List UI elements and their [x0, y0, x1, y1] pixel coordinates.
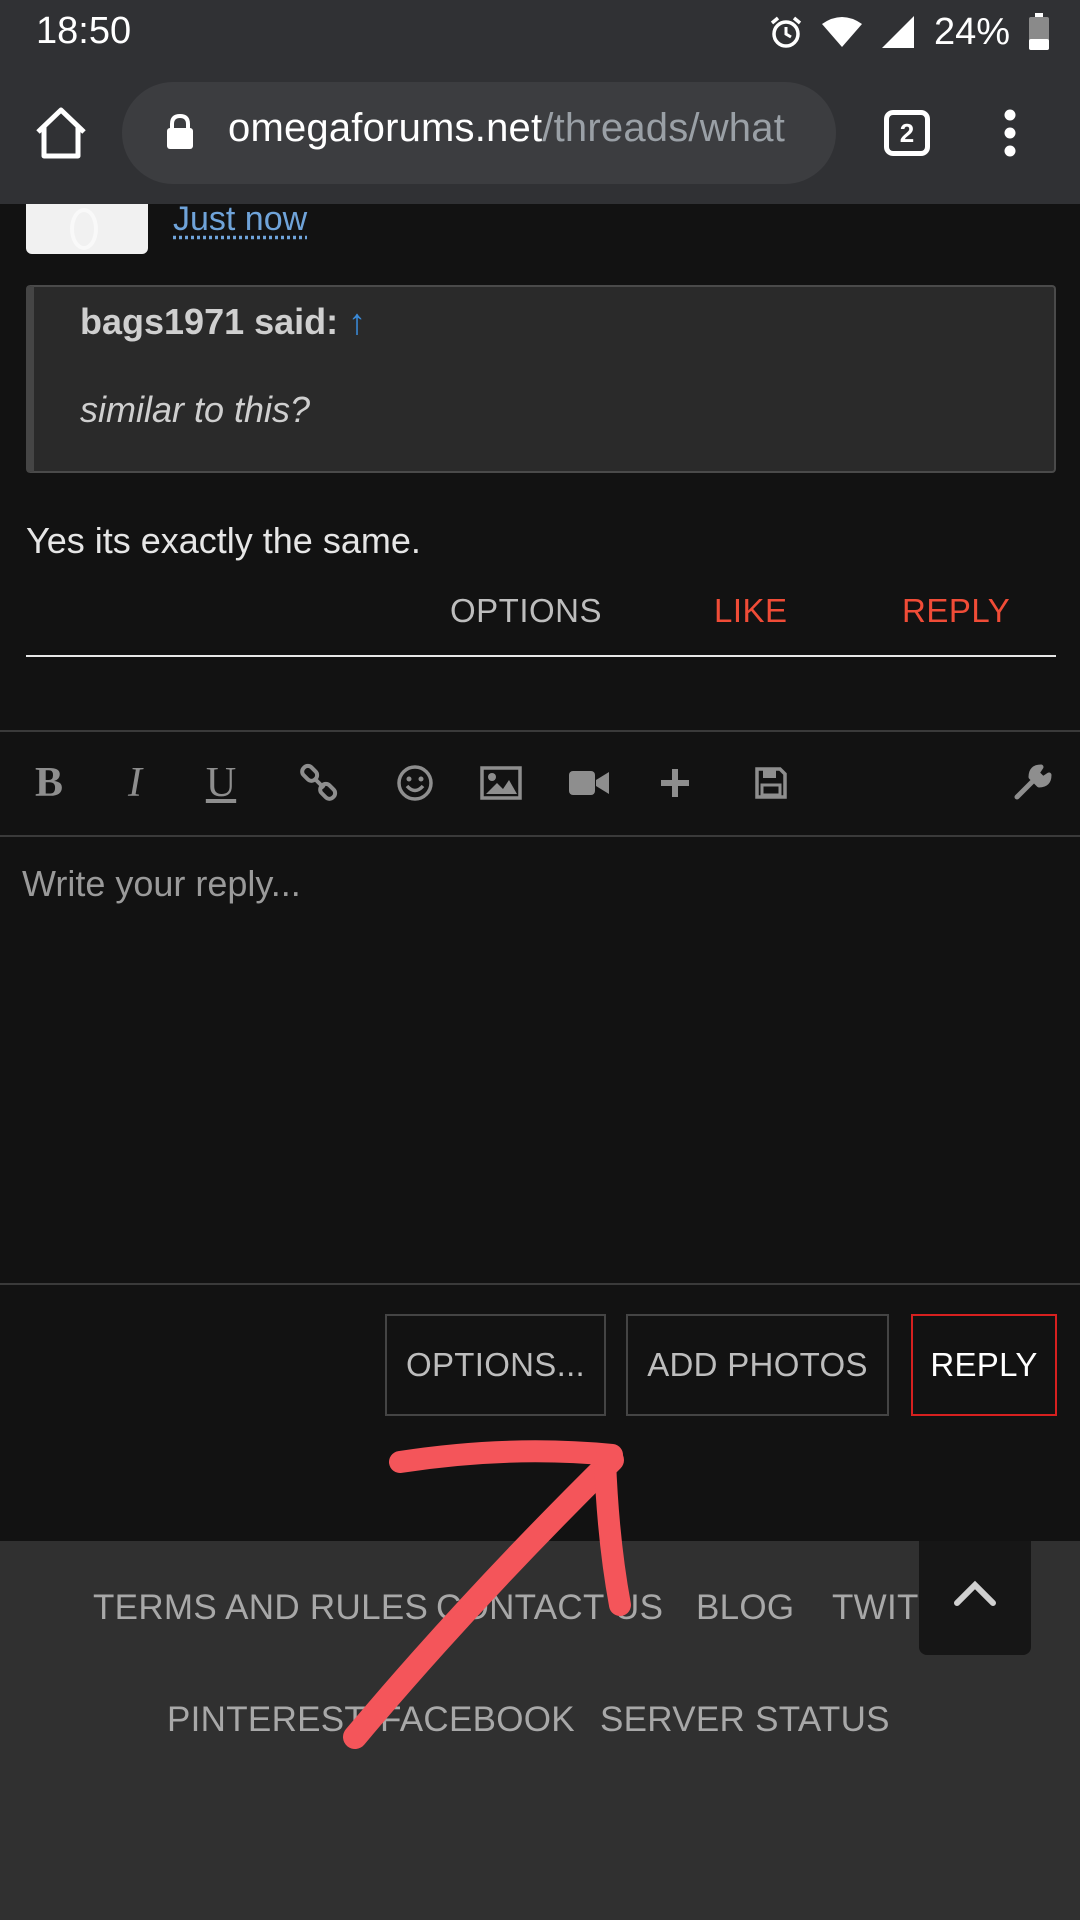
avatar[interactable]: [26, 204, 148, 254]
tab-count: 2: [899, 117, 915, 148]
url-domain: omegaforums.net: [228, 106, 543, 150]
smiley-icon[interactable]: [390, 758, 440, 808]
post-like-link[interactable]: LIKE: [714, 592, 788, 630]
scroll-to-top-button[interactable]: [919, 1541, 1031, 1655]
more-vert-icon[interactable]: [1000, 108, 1020, 158]
italic-icon[interactable]: I: [110, 758, 160, 808]
footer-link-pinterest[interactable]: PINTEREST: [167, 1700, 366, 1740]
status-icons: 24%: [768, 10, 1050, 54]
quote-header: bags1971 said: ↑: [80, 301, 366, 343]
save-icon[interactable]: [746, 758, 796, 808]
tabs-icon[interactable]: 2: [884, 110, 930, 156]
chevron-up-icon: [954, 1580, 996, 1606]
post-options-link[interactable]: OPTIONS: [450, 592, 602, 630]
url-path: /threads/what: [542, 106, 786, 150]
footer-link-server-status[interactable]: SERVER STATUS: [600, 1700, 890, 1740]
quote-block: bags1971 said: ↑ similar to this?: [26, 285, 1056, 473]
underline-icon[interactable]: U: [196, 758, 246, 808]
bold-letter: B: [34, 760, 63, 806]
plus-icon[interactable]: [650, 758, 700, 808]
quote-text: similar to this?: [80, 389, 311, 430]
bold-icon[interactable]: B: [24, 758, 74, 808]
post-reply-link[interactable]: REPLY: [902, 592, 1010, 630]
editor-toolbar: B I U: [0, 732, 1080, 836]
footer-link-blog[interactable]: BLOG: [696, 1588, 794, 1628]
underline-letter: U: [205, 760, 237, 806]
post-divider: [26, 655, 1056, 657]
quote-author: bags1971 said:: [80, 301, 339, 342]
url-text: omegaforums.net/threads/what: [228, 106, 785, 151]
quote-jump-link[interactable]: ↑: [348, 301, 366, 342]
home-icon[interactable]: [30, 102, 92, 164]
italic-letter: I: [128, 760, 142, 806]
battery-percent: 24%: [933, 10, 1010, 53]
footer-link-facebook[interactable]: FACEBOOK: [380, 1700, 575, 1740]
add-photos-button[interactable]: ADD PHOTOS: [626, 1314, 889, 1416]
footer-link-contact[interactable]: CONTACT US: [436, 1588, 663, 1628]
alarm-icon: [770, 16, 802, 48]
address-bar[interactable]: omegaforums.net/threads/what: [122, 82, 836, 184]
more-options-button[interactable]: OPTIONS...: [385, 1314, 606, 1416]
signal-icon: [881, 16, 914, 48]
video-icon[interactable]: [564, 758, 614, 808]
status-bar: 18:50 24%: [0, 0, 1080, 64]
footer-link-terms[interactable]: TERMS AND RULES: [93, 1588, 428, 1628]
battery-icon: [1029, 13, 1049, 50]
lock-icon: [167, 114, 193, 149]
wrench-icon[interactable]: [1008, 758, 1058, 808]
wifi-icon: [821, 17, 862, 47]
browser-toolbar: omegaforums.net/threads/what 2: [0, 64, 1080, 204]
reply-placeholder: Write your reply...: [22, 863, 301, 904]
link-icon[interactable]: [294, 758, 344, 808]
post-timestamp-link[interactable]: Just now: [173, 200, 307, 239]
image-icon[interactable]: [476, 758, 526, 808]
reply-textarea[interactable]: Write your reply...: [0, 837, 1080, 1283]
submit-reply-button[interactable]: REPLY: [911, 1314, 1057, 1416]
post-message: Yes its exactly the same.: [26, 520, 421, 561]
editor-bottom-border: [0, 1283, 1080, 1285]
status-time: 18:50: [36, 10, 132, 52]
